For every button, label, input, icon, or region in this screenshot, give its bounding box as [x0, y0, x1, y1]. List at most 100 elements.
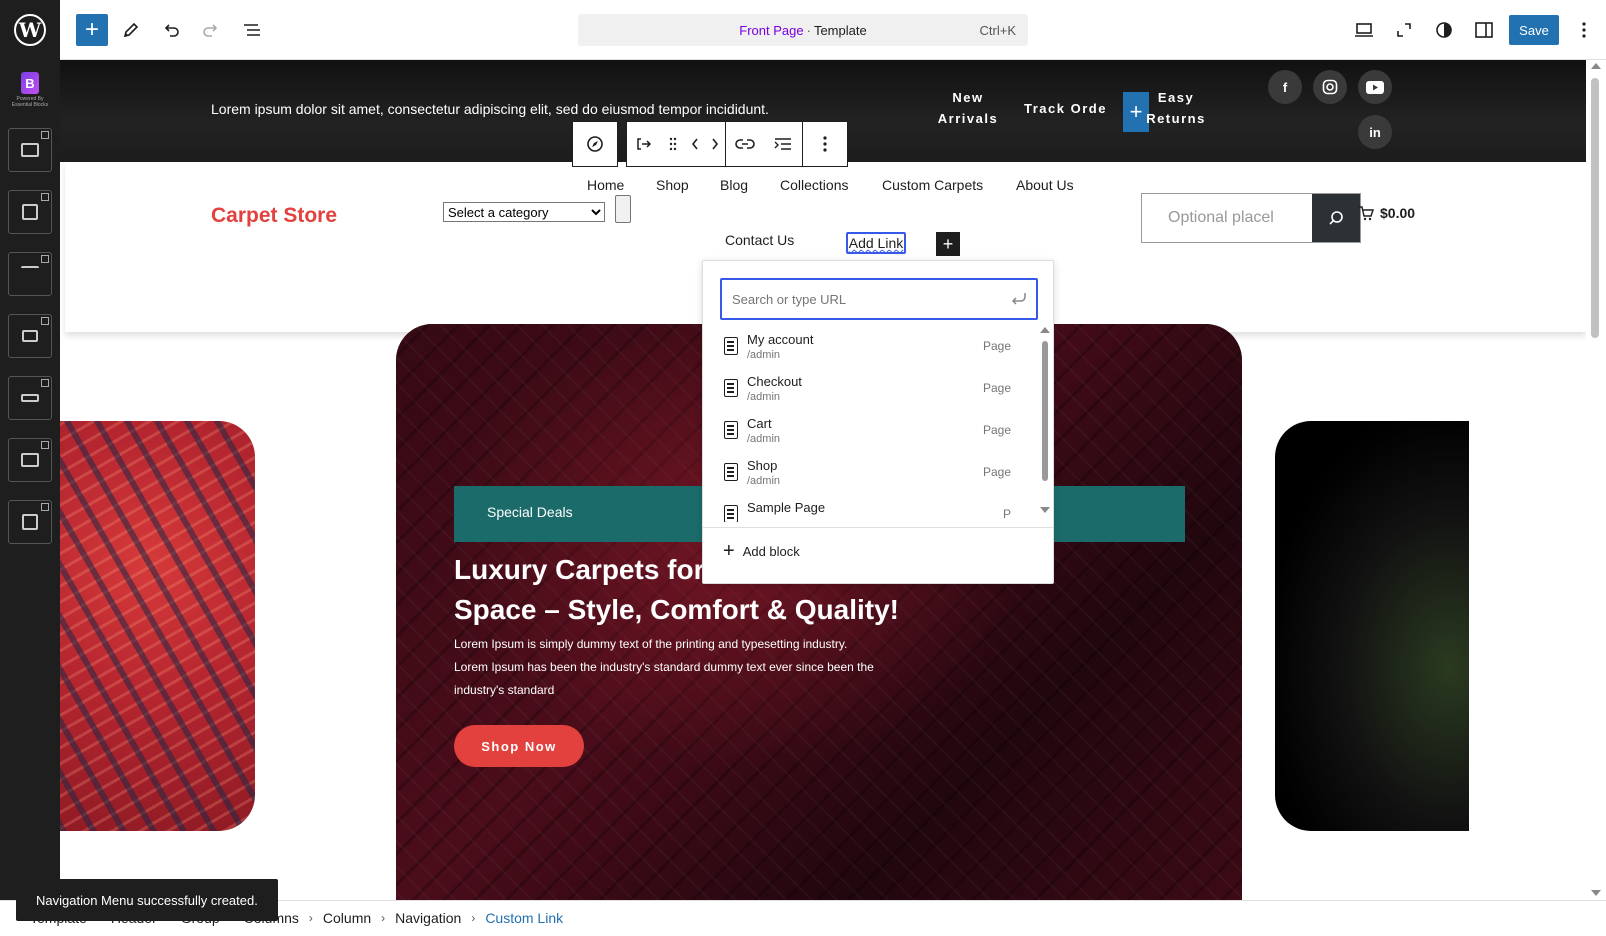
expand-icon — [1397, 23, 1411, 37]
wordpress-icon: W — [14, 14, 46, 46]
easy-returns-link[interactable]: Easy Returns — [1136, 87, 1216, 129]
image-block-icon[interactable] — [8, 438, 52, 482]
suggestion-type: P — [1002, 507, 1011, 521]
toolbar-group-block — [626, 121, 726, 167]
search-button[interactable] — [1312, 194, 1360, 242]
drag-handle-icon[interactable] — [661, 122, 685, 166]
link-line: New — [952, 90, 984, 105]
nav-item-collections[interactable]: Collections — [780, 177, 848, 193]
suggestion-item[interactable]: Shop /admin Page — [703, 453, 1039, 496]
nav-item-custom-carpets[interactable]: Custom Carpets — [882, 177, 983, 193]
breadcrumb-item[interactable]: Column — [323, 910, 371, 926]
scroll-up-arrow[interactable] — [1040, 327, 1050, 333]
facebook-icon[interactable]: f — [1268, 70, 1302, 104]
document-overview-button[interactable] — [236, 14, 268, 46]
document-title-bar[interactable]: Front Page · Template Ctrl+K — [578, 14, 1028, 46]
canvas-scrollbar[interactable] — [1586, 60, 1606, 900]
site-title[interactable]: Carpet Store — [211, 204, 337, 228]
redo-button[interactable] — [195, 14, 227, 46]
form-block-icon[interactable] — [8, 500, 52, 544]
new-arrivals-link[interactable]: New Arrivals — [928, 87, 1008, 129]
plugin-sidebar: B Powered By Essential Blocks + ⚙ — [0, 60, 60, 936]
link-line: Arrivals — [937, 111, 999, 126]
scroll-thumb[interactable] — [1591, 78, 1599, 338]
mini-cart[interactable]: $0.00 — [1358, 205, 1415, 221]
suggestion-item[interactable]: Cart /admin Page — [703, 411, 1039, 454]
slider-block-icon[interactable] — [8, 128, 52, 172]
essential-blocks-logo[interactable]: B Powered By Essential Blocks — [8, 72, 52, 118]
chevron-right-icon: › — [381, 911, 386, 925]
nav-item-shop[interactable]: Shop — [656, 177, 689, 193]
scroll-thumb[interactable] — [1042, 341, 1048, 481]
suggestion-item[interactable]: My account /admin Page — [703, 327, 1039, 370]
shop-now-button[interactable]: Shop Now — [454, 725, 584, 767]
link-suggestions-list: My account /admin Page Checkout /admin P… — [703, 327, 1039, 522]
page-icon — [724, 337, 738, 355]
nav-item-home[interactable]: Home — [587, 177, 624, 193]
breadcrumb-item[interactable]: Navigation — [395, 910, 461, 926]
move-right-button[interactable] — [705, 122, 725, 166]
search-input[interactable] — [1142, 194, 1312, 242]
text-frame-block-icon[interactable] — [8, 190, 52, 234]
submit-link-button[interactable] — [1008, 288, 1030, 310]
undo-icon — [164, 24, 179, 37]
category-submit-button[interactable] — [615, 195, 631, 223]
nav-item-contact-us[interactable]: Contact Us — [725, 232, 794, 248]
suggestion-title: Shop — [747, 458, 778, 473]
card-block-icon[interactable] — [8, 314, 52, 358]
essential-blocks-brand-text: Powered By Essential Blocks — [11, 96, 49, 108]
special-deals-label: Special Deals — [487, 504, 573, 520]
toolbar-group-parent — [572, 121, 618, 167]
transform-block-button[interactable] — [627, 122, 661, 166]
link-button[interactable] — [726, 122, 764, 166]
undo-button[interactable] — [155, 14, 187, 46]
instagram-icon[interactable] — [1313, 70, 1347, 104]
save-button[interactable]: Save — [1509, 15, 1559, 45]
add-submenu-button[interactable] — [764, 122, 802, 166]
toolbar-group-link — [726, 121, 803, 167]
select-parent-button[interactable] — [573, 122, 617, 166]
settings-sidebar-button[interactable] — [1468, 14, 1500, 46]
pencil-icon — [123, 22, 139, 38]
suggestions-scrollbar[interactable] — [1040, 327, 1050, 522]
scroll-down-arrow[interactable] — [1591, 890, 1601, 896]
scroll-up-arrow[interactable] — [1591, 63, 1601, 69]
url-search-input[interactable] — [722, 280, 1002, 318]
suggestion-title: My account — [747, 332, 814, 347]
options-menu-button[interactable] — [1568, 14, 1600, 46]
track-order-link[interactable]: Track Orde — [1024, 98, 1124, 119]
category-select[interactable]: Select a category — [443, 202, 605, 222]
typography-block-icon[interactable] — [8, 252, 52, 296]
linkedin-icon[interactable]: in — [1358, 115, 1392, 149]
suggestion-item[interactable]: Sample Page P — [703, 495, 1039, 522]
suggestion-item[interactable]: Checkout /admin Page — [703, 369, 1039, 412]
chevron-left-icon — [691, 138, 698, 150]
suggestion-type: Page — [982, 423, 1011, 437]
toolbar-group-options — [803, 121, 848, 167]
nav-item-blog[interactable]: Blog — [720, 177, 748, 193]
nav-add-link-item[interactable]: Add Link — [846, 232, 906, 254]
laptop-icon — [1355, 23, 1373, 37]
command-shortcut: Ctrl+K — [979, 22, 1016, 38]
block-options-button[interactable] — [803, 122, 847, 166]
youtube-icon[interactable] — [1358, 70, 1392, 104]
suggestion-url: /admin — [747, 391, 781, 403]
styles-button[interactable] — [1428, 14, 1460, 46]
tools-button[interactable] — [115, 14, 147, 46]
fullscreen-button[interactable] — [1388, 14, 1420, 46]
snackbar-notice[interactable]: Navigation Menu successfully created. — [16, 879, 278, 921]
move-left-button[interactable] — [685, 122, 705, 166]
redo-icon — [203, 24, 218, 37]
promo-text: Lorem ipsum dolor sit amet, consectetur … — [211, 101, 769, 117]
device-preview-button[interactable] — [1348, 14, 1380, 46]
add-block-button[interactable]: + Add block — [723, 537, 800, 565]
nav-item-about-us[interactable]: About Us — [1016, 177, 1074, 193]
add-nav-item-button[interactable]: + — [936, 232, 960, 256]
scroll-down-arrow[interactable] — [1040, 507, 1050, 513]
block-inserter-button[interactable]: + — [76, 14, 108, 46]
button-block-icon[interactable] — [8, 376, 52, 420]
suggestion-title: Checkout — [747, 374, 802, 389]
chevron-right-icon — [712, 138, 719, 150]
compass-icon — [587, 136, 603, 152]
wordpress-logo-button[interactable]: W — [0, 0, 60, 60]
